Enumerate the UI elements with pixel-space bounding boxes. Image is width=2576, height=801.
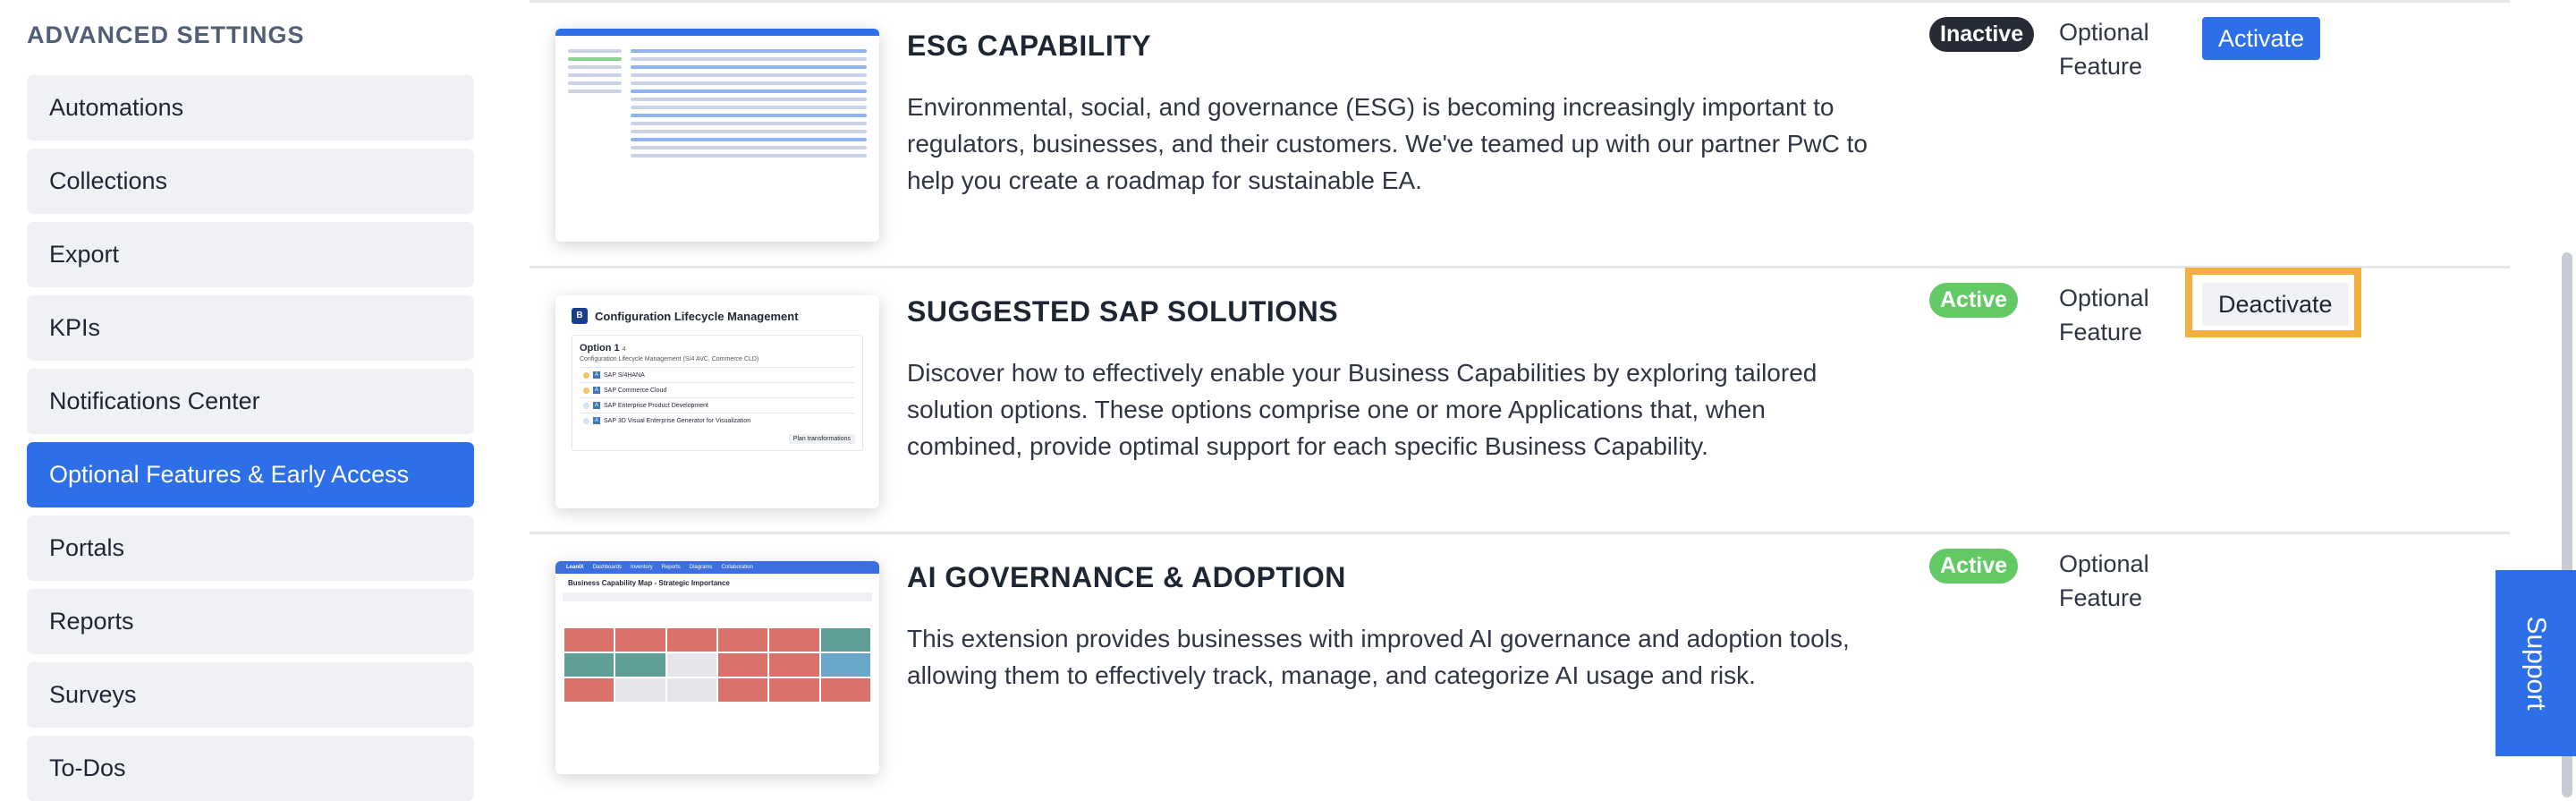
sidebar-heading: ADVANCED SETTINGS — [27, 21, 305, 48]
thumb-app-row: A SAP S/4HANA — [580, 367, 855, 382]
thumb-tile — [769, 628, 819, 652]
status-badge: Inactive — [1929, 17, 2035, 52]
feature-type: Optional Feature — [2059, 285, 2149, 345]
deactivate-button[interactable]: Deactivate — [2202, 283, 2349, 326]
sap-solutions-thumbnail: B Configuration Lifecycle Management Opt… — [555, 295, 879, 508]
thumb-option: Option 1 — [580, 343, 620, 354]
thumb-tile — [717, 678, 768, 702]
activate-button[interactable]: Activate — [2202, 17, 2321, 60]
sidebar-item[interactable]: Notifications Center — [27, 369, 474, 434]
sidebar-item[interactable]: Optional Features & Early Access — [27, 442, 474, 507]
thumb-tile — [820, 653, 870, 677]
support-button[interactable]: Support — [2496, 570, 2576, 756]
sidebar-item[interactable]: To-Dos — [27, 736, 474, 801]
feature-row-ai-governance: LeanIX Dashboards Inventory Reports Diagram… — [530, 532, 2510, 797]
sidebar-item[interactable]: KPIs — [27, 295, 474, 361]
sidebar-item[interactable]: Reports — [27, 589, 474, 654]
thumb-tile — [615, 653, 665, 677]
thumb-title: Business Capability Map - Strategic Impo… — [568, 579, 730, 587]
thumb-nav-item: Dashboards — [592, 565, 623, 570]
a-badge-icon: A — [593, 387, 600, 394]
sidebar-item[interactable]: Surveys — [27, 662, 474, 728]
thumb-app-row: A SAP Commerce Cloud — [580, 382, 855, 397]
feature-row-sap-solutions: B Configuration Lifecycle Management Opt… — [530, 266, 2510, 532]
a-badge-icon: A — [593, 417, 600, 424]
thumb-app-name: SAP Commerce Cloud — [604, 387, 667, 394]
support-label: Support — [2521, 616, 2551, 711]
ai-governance-thumbnail: LeanIX Dashboards Inventory Reports Diagram… — [555, 561, 879, 774]
thumb-title: Configuration Lifecycle Management — [595, 309, 799, 323]
feature-title: ESG CAPABILITY — [907, 30, 1152, 62]
thumb-brand: LeanIX — [566, 565, 584, 570]
feature-type: Optional Feature — [2059, 19, 2149, 80]
sidebar-item[interactable]: Portals — [27, 516, 474, 581]
thumb-tile — [717, 628, 768, 652]
thumb-tile — [666, 628, 716, 652]
thumb-nav-item: Collaboration — [721, 565, 753, 570]
thumb-tile — [564, 678, 614, 702]
thumb-tile — [615, 678, 665, 702]
thumb-nav-item: Diagrams — [689, 565, 713, 570]
thumb-tile — [820, 678, 870, 702]
thumb-option-count: 4 — [622, 346, 626, 353]
status-dot-icon — [583, 417, 589, 424]
feature-type: Optional Feature — [2059, 550, 2149, 611]
feature-description: Environmental, social, and governance (E… — [907, 93, 1868, 194]
thumb-app-name: SAP Enterprise Product Development — [604, 402, 708, 409]
esg-thumbnail — [555, 29, 879, 242]
a-badge-icon: A — [593, 402, 600, 409]
b-badge-icon: B — [572, 308, 588, 324]
thumb-tile — [820, 628, 870, 652]
thumb-tile — [666, 653, 716, 677]
sidebar-item[interactable]: Collections — [27, 149, 474, 214]
thumb-nav-item: Reports — [661, 565, 681, 570]
feature-title: SUGGESTED SAP SOLUTIONS — [907, 295, 1339, 328]
thumb-tile — [615, 628, 665, 652]
feature-description: This extension provides businesses with … — [907, 625, 1850, 689]
feature-title: AI GOVERNANCE & ADOPTION — [907, 561, 1346, 593]
feature-row-esg: ESG CAPABILITY Environmental, social, an… — [530, 0, 2510, 266]
status-badge: Active — [1929, 549, 2019, 584]
thumb-tile — [564, 653, 614, 677]
a-badge-icon: A — [593, 371, 600, 379]
status-dot-icon — [583, 387, 589, 394]
thumb-app-name: SAP 3D Visual Enterprise Generator for V… — [604, 417, 751, 424]
thumb-subtitle: Configuration Lifecycle Management (S/4 … — [580, 356, 759, 362]
thumb-tile — [769, 653, 819, 677]
thumb-app-name: SAP S/4HANA — [604, 371, 645, 379]
feature-description: Discover how to effectively enable your … — [907, 359, 1818, 460]
sidebar-item[interactable]: Automations — [27, 75, 474, 141]
plan-transformations-button: Plan transformations — [788, 434, 855, 444]
status-dot-icon — [583, 371, 589, 379]
thumb-tile — [717, 653, 768, 677]
thumb-tile — [564, 628, 614, 652]
thumb-tile — [666, 678, 716, 702]
thumb-tile — [769, 678, 819, 702]
thumb-app-row: A SAP Enterprise Product Development — [580, 397, 855, 413]
status-badge: Active — [1929, 283, 2019, 318]
sidebar-item[interactable]: Export — [27, 222, 474, 287]
status-dot-icon — [583, 402, 589, 409]
thumb-nav-item: Inventory — [631, 565, 653, 570]
thumb-app-row: A SAP 3D Visual Enterprise Generator for … — [580, 413, 855, 428]
